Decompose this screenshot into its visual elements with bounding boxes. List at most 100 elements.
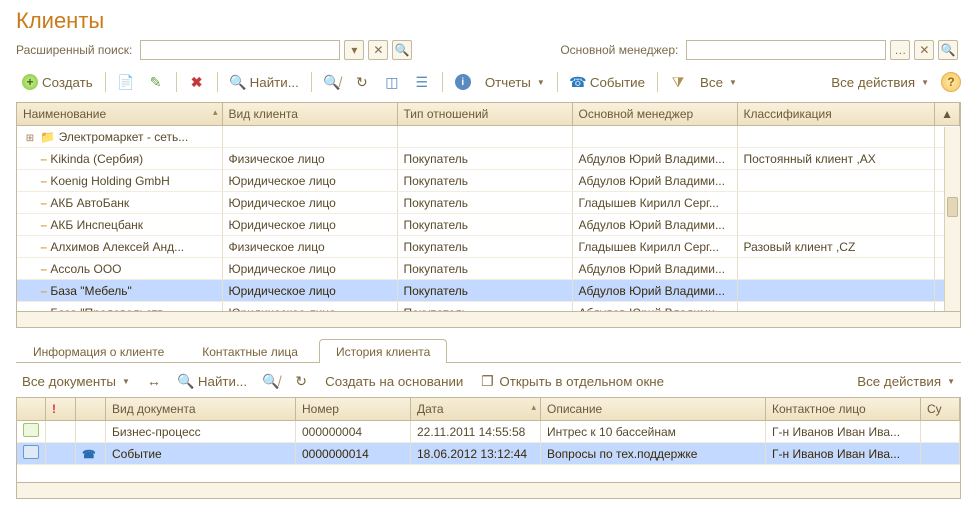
table-row[interactable]: ☎Событие000000001418.06.2012 13:12:44Воп… [17,443,960,465]
col-doctype[interactable]: Вид документа [106,398,296,421]
create-label: Создать [42,75,93,90]
refresh-button[interactable]: ↻ [348,70,376,94]
clients-grid[interactable]: Наименование ▴ Вид клиента Тип отношений… [16,102,961,312]
table-row[interactable]: – АКБ ИнспецбанкЮридическое лицоПокупате… [17,214,960,236]
cell-relation: Покупатель [397,258,572,280]
open-window-button[interactable]: ❐ Открыть в отдельном окне [473,369,670,393]
cell-type [222,126,397,148]
cell-relation: Покупатель [397,236,572,258]
table-row[interactable]: ⊞ 📁 Электромаркет - сеть... [17,126,960,148]
all-actions-button[interactable]: Все действия ▼ [825,70,935,94]
list-mode-button[interactable]: ◫ [378,70,406,94]
info-button[interactable]: i [449,70,477,94]
col-desc[interactable]: Описание [541,398,766,421]
reports-button[interactable]: Отчеты ▼ [479,70,551,94]
table-row[interactable]: – Алхимов Алексей Анд...Физическое лицоП… [17,236,960,258]
history-horizontal-scrollbar[interactable] [16,483,961,499]
extended-search-go-icon[interactable]: 🔍 [392,40,412,60]
magnifier-icon: 🔍 [178,373,194,389]
expand-button[interactable]: ↔ [140,369,168,393]
tab-history[interactable]: История клиента [319,339,447,363]
expand-plus-icon[interactable]: ⊞ [23,133,37,144]
col-icon[interactable] [76,398,106,421]
create-on-basis-button[interactable]: Создать на основании [319,369,469,393]
sort-asc-icon: ▴ [213,107,218,118]
find-label: Найти... [250,75,299,90]
help-button[interactable]: ? [941,72,961,92]
cancel-search-button[interactable]: 🔍̸ [318,70,346,94]
table-row[interactable]: – База "Продовольств...Юридическое лицоП… [17,302,960,313]
delete-button[interactable]: ✖ [183,70,211,94]
grid-horizontal-scrollbar[interactable] [16,312,961,328]
all-docs-button[interactable]: Все документы ▼ [16,369,136,393]
copy-button[interactable]: 📄 [112,70,140,94]
history-refresh-button[interactable]: ↻ [287,369,315,393]
cell-type: Юридическое лицо [222,170,397,192]
extended-search-dropdown-icon[interactable]: ▾ [344,40,364,60]
all-actions-label: Все действия [831,75,915,90]
exclamation-icon: ! [52,402,56,416]
col-docstate[interactable] [17,398,46,421]
row-name: АКБ АвтоБанк [50,196,129,210]
chevron-down-icon: ▼ [537,78,545,87]
cell-relation: Покупатель [397,148,572,170]
table-row[interactable]: – Kikinda (Сербия)Физическое лицоПокупат… [17,148,960,170]
cancel-search-icon: 🔍̸ [324,74,340,90]
item-dash-icon: – [40,284,47,298]
table-row[interactable]: – АКБ АвтоБанкЮридическое лицоПокупатель… [17,192,960,214]
posted-doc-icon [23,445,39,459]
list-mode-icon: ◫ [384,74,400,90]
col-name[interactable]: Наименование ▴ [17,103,222,126]
table-row[interactable]: – Ассоль ОООЮридическое лицоПокупательАб… [17,258,960,280]
history-cancel-search-button[interactable]: 🔍̸ [257,369,285,393]
col-priority[interactable]: ! [46,398,76,421]
manager-select-icon[interactable]: … [890,40,910,60]
table-row[interactable]: – База "Мебель"Юридическое лицоПокупател… [17,280,960,302]
extended-search-label: Расширенный поиск: [16,43,132,57]
table-row[interactable]: Бизнес-процесс00000000422.11.2011 14:55:… [17,421,960,443]
history-find-label: Найти... [198,374,247,389]
manager-input[interactable] [686,40,886,60]
cell-classification [737,126,935,148]
history-all-actions-button[interactable]: Все действия ▼ [851,369,961,393]
col-date[interactable]: Дата ▴ [411,398,541,421]
history-grid[interactable]: ! Вид документа Номер Дата ▴ Описание Ко… [16,397,961,483]
col-classification[interactable]: Классификация [737,103,935,126]
cell-manager: Абдулов Юрий Владими... [572,214,737,236]
cell-number: 000000004 [296,421,411,443]
window-icon: ❐ [479,373,495,389]
filter-button[interactable]: ⧩ [664,70,692,94]
phone-icon: ☎ [570,74,586,90]
col-last[interactable]: Су [921,398,960,421]
grid-vertical-scrollbar[interactable] [944,127,960,311]
col-type[interactable]: Вид клиента [222,103,397,126]
create-button[interactable]: + Создать [16,70,99,94]
manager-clear-icon[interactable]: ✕ [914,40,934,60]
find-button[interactable]: 🔍 Найти... [224,70,305,94]
cell-type: Физическое лицо [222,236,397,258]
cell-manager [572,126,737,148]
edit-button[interactable]: ✎ [142,70,170,94]
col-number[interactable]: Номер [296,398,411,421]
tab-client-info[interactable]: Информация о клиенте [16,339,181,363]
cell-date: 18.06.2012 13:12:44 [411,443,541,465]
col-date-label: Дата [417,402,444,416]
event-button[interactable]: ☎ Событие [564,70,651,94]
extended-search-input[interactable] [140,40,340,60]
history-find-button[interactable]: 🔍 Найти... [172,369,253,393]
tree-mode-button[interactable]: ☰ [408,70,436,94]
delete-x-icon: ✖ [189,74,205,90]
col-relation[interactable]: Тип отношений [397,103,572,126]
table-row[interactable]: – Koenig Holding GmbHЮридическое лицоПок… [17,170,960,192]
col-manager[interactable]: Основной менеджер [572,103,737,126]
cell-relation: Покупатель [397,280,572,302]
extended-search-clear-icon[interactable]: ✕ [368,40,388,60]
item-dash-icon: – [40,152,47,166]
col-contact[interactable]: Контактное лицо [766,398,921,421]
cell-type: Юридическое лицо [222,302,397,313]
all-button[interactable]: Все ▼ [694,70,743,94]
cell-classification [737,258,935,280]
manager-search-icon[interactable]: 🔍 [938,40,958,60]
folder-icon: 📁 [40,130,55,144]
tab-contacts[interactable]: Контактные лица [185,339,315,363]
